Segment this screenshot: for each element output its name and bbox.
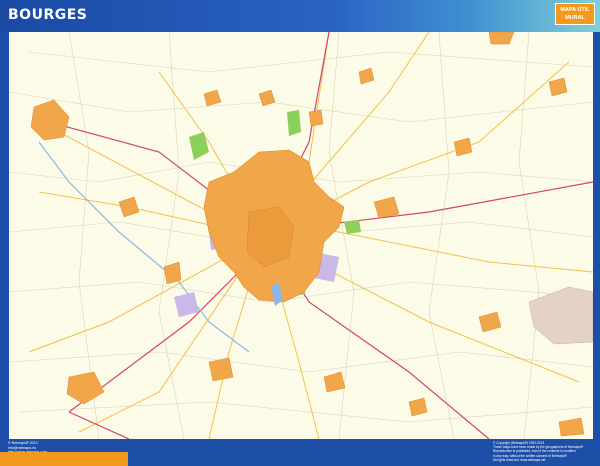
footer-credits-right: © Copyright (Netmaps®) 1992-2013 These m… <box>493 441 593 462</box>
title-bar: BOURGES MAPA ÚTIL MURAL <box>0 0 600 32</box>
map-title: BOURGES <box>8 7 88 23</box>
map-svg <box>9 32 593 439</box>
badge-line-1: MAPA ÚTIL <box>560 7 590 13</box>
badge-line-2: MURAL <box>565 15 585 21</box>
brand-badge[interactable]: MAPA ÚTIL MURAL <box>555 3 595 25</box>
footer-accent-strip <box>0 452 128 466</box>
map-canvas[interactable] <box>9 32 593 439</box>
footer-right-line: All rights reserved. www.netmaps.net <box>493 457 546 462</box>
